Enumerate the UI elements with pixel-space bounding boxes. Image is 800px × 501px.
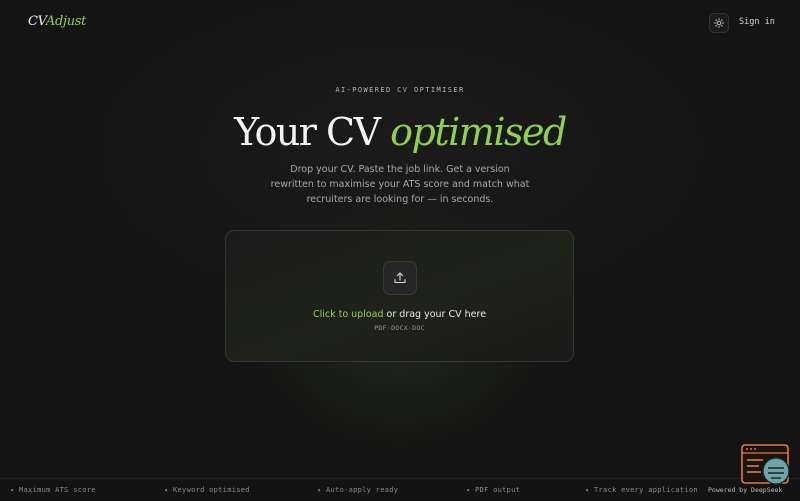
hero-subtitle: Drop your CV. Paste the job link. Get a …	[270, 164, 530, 205]
theme-toggle-button[interactable]	[709, 13, 729, 33]
feature-item: ✦ Track every application	[585, 486, 698, 494]
drag-label: or drag your CV here	[386, 309, 487, 320]
logo[interactable]: CVAdjust	[28, 14, 86, 29]
sun-icon	[714, 18, 724, 28]
feature-strip: ✦ Maximum ATS score ✦ Keyword optimised …	[0, 478, 800, 501]
feature-item: ✦ Auto-apply ready	[317, 486, 399, 494]
hero-eyebrow: AI-POWERED CV OPTIMISER	[335, 86, 465, 94]
feature-item: ✦ PDF output	[466, 486, 521, 494]
upload-dropzone[interactable]: Click to upload or drag your CV here PDF…	[225, 230, 574, 362]
upload-button[interactable]	[383, 261, 417, 295]
logo-adjust: Adjust	[45, 14, 87, 29]
title-accent: optimised	[390, 110, 567, 154]
upload-instructions: Click to upload or drag your CV here	[226, 309, 573, 320]
supported-formats: PDF·DOCX·DOC	[374, 324, 425, 332]
sign-in-link[interactable]: Sign in	[739, 17, 775, 27]
chat-widget-button[interactable]	[741, 444, 791, 488]
logo-cv: CV	[28, 14, 46, 29]
title-plain: Your CV	[234, 110, 381, 154]
feature-item: ✦ Keyword optimised	[164, 486, 250, 494]
click-to-upload-link[interactable]: Click to upload	[313, 309, 384, 320]
feature-item: ✦ Maximum ATS score	[10, 486, 96, 494]
page-title: Your CV optimised	[0, 108, 800, 156]
chat-terminal-icon	[741, 444, 790, 485]
upload-icon	[394, 272, 406, 284]
